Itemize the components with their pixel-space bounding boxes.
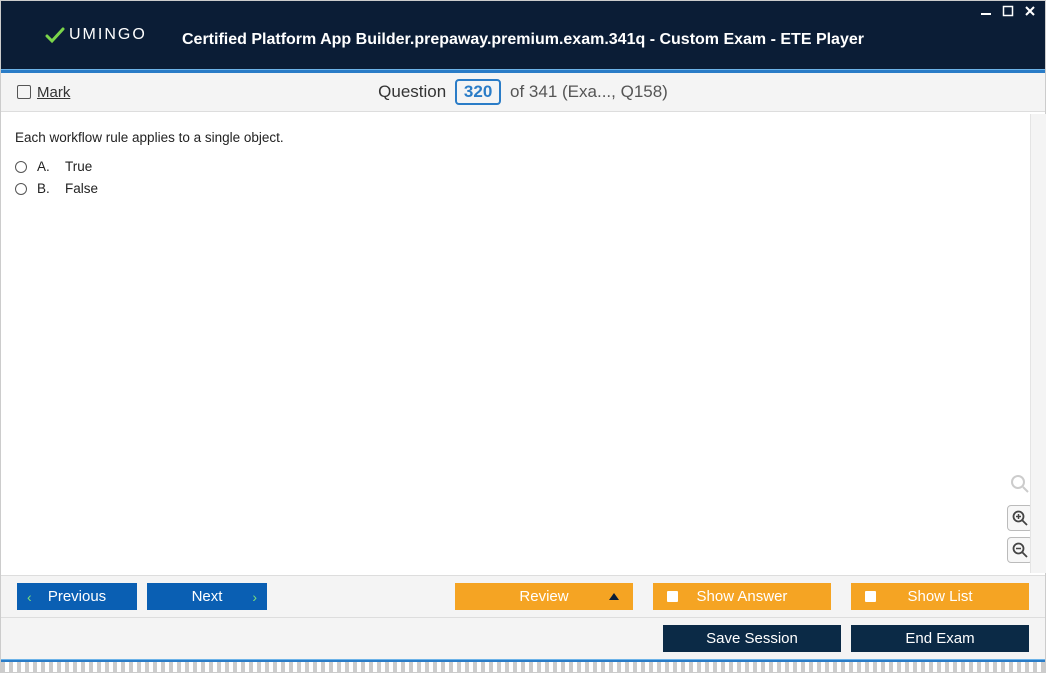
- maximize-button[interactable]: [999, 3, 1017, 19]
- button-label: Next: [192, 588, 223, 605]
- mark-label: Mark: [37, 84, 70, 101]
- question-of-text: of 341 (Exa..., Q158): [510, 82, 668, 101]
- checkbox-icon: [17, 85, 31, 99]
- question-stem: Each workflow rule applies to a single o…: [15, 130, 1031, 145]
- mark-checkbox[interactable]: Mark: [17, 84, 70, 101]
- question-counter: Question 320 of 341 (Exa..., Q158): [1, 79, 1045, 105]
- button-label: Show List: [907, 588, 972, 605]
- question-body: Each workflow rule applies to a single o…: [1, 112, 1045, 575]
- question-word: Question: [378, 82, 446, 101]
- window-title: Certified Platform App Builder.prepaway.…: [1, 31, 1045, 49]
- next-button[interactable]: Next ›: [147, 583, 267, 610]
- close-button[interactable]: [1021, 3, 1039, 19]
- question-header-bar: Mark Question 320 of 341 (Exa..., Q158): [1, 73, 1045, 112]
- button-label: Previous: [48, 588, 106, 605]
- save-session-button[interactable]: Save Session: [663, 625, 841, 652]
- session-button-row: Save Session End Exam: [1, 617, 1045, 659]
- button-label: End Exam: [905, 630, 974, 647]
- question-number-input[interactable]: 320: [455, 79, 501, 105]
- option-a[interactable]: A. True: [15, 159, 1031, 174]
- option-b[interactable]: B. False: [15, 181, 1031, 196]
- chevron-right-icon: ›: [252, 589, 257, 605]
- chevron-left-icon: ‹: [27, 589, 32, 605]
- checkbox-icon: [865, 591, 876, 602]
- review-button[interactable]: Review: [455, 583, 633, 610]
- show-list-button[interactable]: Show List: [851, 583, 1029, 610]
- resize-grip[interactable]: [1, 662, 1045, 672]
- show-answer-button[interactable]: Show Answer: [653, 583, 831, 610]
- triangle-up-icon: [609, 593, 619, 600]
- title-bar: UMINGO Certified Platform App Builder.pr…: [1, 1, 1045, 69]
- option-text: True: [65, 159, 92, 174]
- end-exam-button[interactable]: End Exam: [851, 625, 1029, 652]
- scrollbar-track[interactable]: [1030, 114, 1046, 573]
- radio-icon: [15, 183, 27, 195]
- button-label: Review: [519, 588, 568, 605]
- option-letter: A.: [37, 159, 55, 174]
- minimize-button[interactable]: [977, 3, 995, 19]
- button-label: Show Answer: [697, 588, 788, 605]
- option-text: False: [65, 181, 98, 196]
- window-controls: [977, 3, 1039, 19]
- nav-button-row: ‹ Previous Next › Review Show Answer Sho…: [1, 575, 1045, 617]
- radio-icon: [15, 161, 27, 173]
- checkbox-icon: [667, 591, 678, 602]
- previous-button[interactable]: ‹ Previous: [17, 583, 137, 610]
- button-label: Save Session: [706, 630, 798, 647]
- option-letter: B.: [37, 181, 55, 196]
